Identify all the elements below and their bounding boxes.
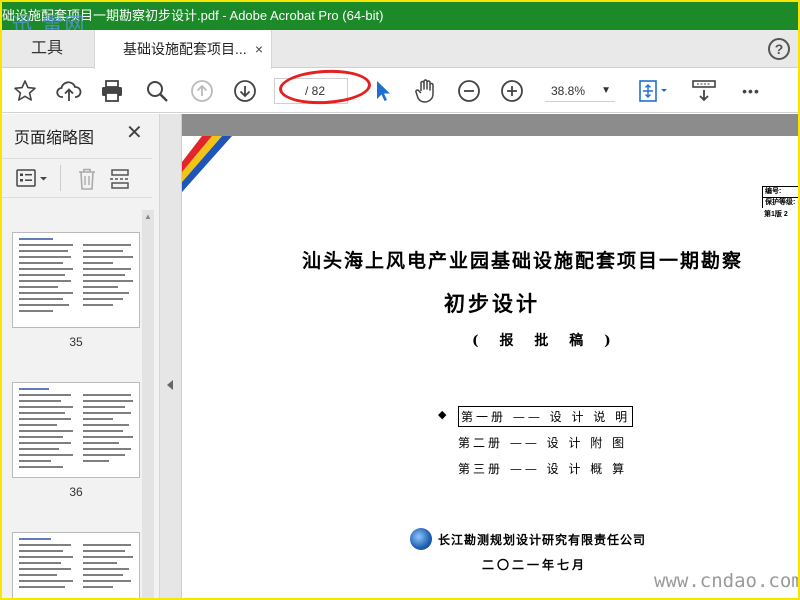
- document-view[interactable]: 编号: 保护等级: 第1版 2 汕头海上风电产业园基础设施配套项目一期勘察 初步…: [182, 114, 798, 598]
- next-page-icon[interactable]: [232, 78, 258, 104]
- tab-tools[interactable]: 工具: [2, 30, 92, 68]
- search-icon[interactable]: [144, 78, 170, 104]
- cloud-upload-icon[interactable]: [56, 78, 82, 104]
- document-info-box: 编号: 保护等级: 第1版 2: [762, 186, 798, 220]
- volume-2: 第二册 —— 设 计 附 图: [458, 436, 628, 450]
- panel-close-icon[interactable]: ✕: [126, 120, 143, 145]
- fit-page-icon[interactable]: [636, 78, 672, 104]
- tab-document-label: 基础设施配套项目...: [123, 41, 247, 57]
- previous-page-icon[interactable]: [189, 78, 215, 104]
- acrobat-window: 础设施配套项目一期勘察初步设计.pdf - Adobe Acrobat Pro …: [2, 2, 798, 598]
- select-cursor-icon[interactable]: [370, 78, 396, 104]
- thumbnail-36-content: [19, 388, 133, 468]
- tab-bar: 工具 基础设施配套项目... × ?: [2, 30, 798, 69]
- thumbnail-label: 35: [69, 335, 83, 349]
- delete-page-icon[interactable]: [76, 167, 100, 191]
- info-row-security: 保护等级:: [762, 197, 798, 208]
- document-date: 二〇二一年七月: [482, 558, 588, 572]
- window-title: 础设施配套项目一期勘察初步设计.pdf - Adobe Acrobat Pro …: [2, 8, 384, 23]
- panel-title: 页面缩略图: [14, 130, 95, 147]
- thumbnail-page-36[interactable]: [12, 382, 140, 478]
- document-draft-label: ( 报 批 稿 ): [472, 333, 619, 349]
- help-icon[interactable]: ?: [768, 38, 790, 60]
- watermark-bottom: www.cndao.com: [654, 570, 798, 592]
- extract-page-icon[interactable]: [108, 167, 132, 191]
- tab-close-icon[interactable]: ×: [255, 30, 263, 68]
- zoom-in-icon[interactable]: [499, 78, 525, 104]
- collapse-arrow-icon: [167, 380, 173, 390]
- volume-3: 第三册 —— 设 计 概 算: [458, 462, 628, 476]
- thumbnail-37-content: [19, 538, 133, 588]
- thumbnail-page-37[interactable]: [12, 532, 140, 598]
- diamond-bullet-icon: ◆: [438, 409, 447, 421]
- annotation-oval: [278, 67, 372, 107]
- toolbar-divider: [60, 165, 61, 191]
- pdf-page: 编号: 保护等级: 第1版 2 汕头海上风电产业园基础设施配套项目一期勘察 初步…: [182, 136, 798, 598]
- info-row-number: 编号:: [762, 186, 798, 197]
- thumbnail-toolbar: [2, 158, 152, 198]
- more-tools-icon[interactable]: •••: [738, 78, 764, 104]
- volume-1: 第一册 —— 设 计 说 明: [458, 406, 634, 427]
- zoom-level-select[interactable]: 38.8% ▼: [545, 80, 615, 102]
- scroll-mode-icon[interactable]: [691, 78, 717, 104]
- zoom-out-icon[interactable]: [456, 78, 482, 104]
- document-subtitle: 初步设计: [444, 291, 540, 316]
- main-toolbar: / 82 38.8% ▼ •••: [2, 67, 798, 113]
- thumbnail-35-content: [19, 238, 133, 312]
- document-title: 汕头海上风电产业园基础设施配套项目一期勘察: [302, 250, 744, 272]
- thumbnail-options-icon[interactable]: [16, 167, 52, 191]
- thumbnail-label: 36: [69, 485, 83, 499]
- page-thumbnails-panel: 页面缩略图 ✕ 35 36 ▲: [2, 114, 160, 598]
- info-version: 第1版 2: [764, 211, 788, 218]
- tab-document[interactable]: 基础设施配套项目... ×: [94, 30, 272, 69]
- thumbnail-page-35[interactable]: [12, 232, 140, 328]
- scroll-up-icon[interactable]: ▲: [144, 212, 152, 221]
- print-icon[interactable]: [99, 78, 125, 104]
- star-icon[interactable]: [12, 78, 38, 104]
- window-title-bar: 础设施配套项目一期勘察初步设计.pdf - Adobe Acrobat Pro …: [2, 2, 798, 30]
- hand-tool-icon[interactable]: [413, 78, 439, 104]
- corner-stripes: [182, 136, 232, 192]
- company-name: 长江勘测规划设计研究有限责任公司: [438, 533, 647, 547]
- panel-collapse-handle[interactable]: [160, 114, 182, 598]
- company-logo-icon: [410, 528, 432, 550]
- zoom-level-value: 38.8%: [551, 84, 586, 98]
- thumbnail-scrollbar[interactable]: ▲: [142, 210, 154, 598]
- chevron-down-icon: ▼: [601, 85, 611, 96]
